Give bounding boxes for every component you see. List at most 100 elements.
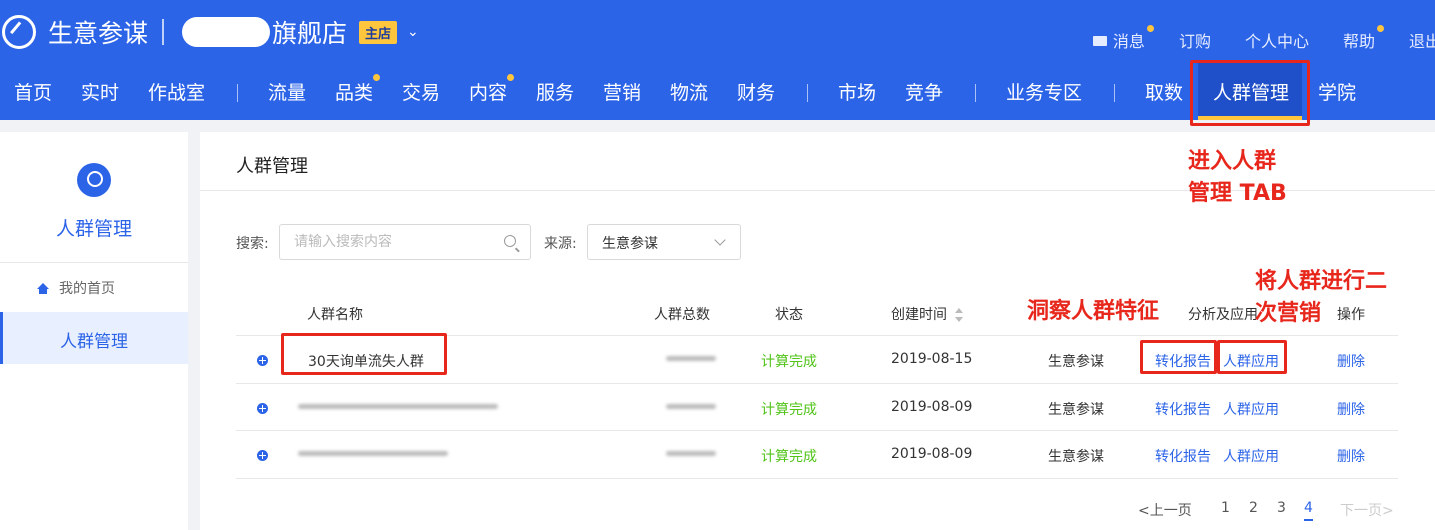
created-date: 2019-08-09: [891, 399, 973, 415]
mail-icon: [1092, 36, 1107, 46]
pagination-page[interactable]: 1: [1221, 500, 1230, 516]
main-store-badge: 主店: [359, 20, 398, 44]
delete-link[interactable]: 删除: [1337, 399, 1365, 419]
highlight-crowd-name: [281, 333, 447, 375]
sidebar-item-crowd-management[interactable]: 人群管理: [0, 312, 188, 364]
pagination-page[interactable]: 2: [1249, 500, 1258, 516]
delete-link[interactable]: 删除: [1337, 351, 1365, 371]
highlight-report-link: [1140, 340, 1217, 374]
annotation-remarketing: 将人群进行二 次营销: [1255, 269, 1388, 326]
notification-dot: [507, 74, 515, 81]
highlight-nav-tab: [1190, 60, 1310, 126]
notification-dot: [1376, 25, 1384, 32]
nav-divider: [1114, 84, 1115, 102]
col-header-name: 人群名称: [307, 307, 363, 323]
source-label: 来源:: [544, 236, 577, 252]
crowd-apply-link[interactable]: 人群应用: [1223, 399, 1279, 419]
status-text: 计算完成: [761, 354, 817, 370]
nav-item-trade[interactable]: 交易: [402, 78, 440, 105]
created-date: 2019-08-09: [891, 446, 973, 462]
crowd-apply-link[interactable]: 人群应用: [1223, 446, 1279, 466]
search-field[interactable]: [279, 224, 531, 260]
expand-plus-icon[interactable]: [257, 355, 268, 366]
nav-item-business-zone[interactable]: 业务专区: [1006, 78, 1082, 105]
crowd-icon: [77, 163, 111, 197]
nav-item-marketing[interactable]: 营销: [603, 78, 641, 105]
expand-plus-icon[interactable]: [257, 403, 268, 414]
nav-item-traffic[interactable]: 流量: [268, 78, 306, 105]
nav-item-content[interactable]: 内容: [469, 74, 515, 105]
page-title: 人群管理: [236, 156, 308, 177]
shop-name-suffix: 旗舰店: [272, 19, 348, 48]
pagination-page[interactable]: 3: [1277, 500, 1286, 516]
pagination-prev[interactable]: <上一页: [1138, 500, 1192, 520]
brand: 生意参谋 旗舰店 主店 ⌄: [0, 12, 419, 52]
table-row: 计算完成 2019-08-09 生意参谋 转化报告 人群应用 删除: [236, 384, 1398, 431]
highlight-apply-link: [1217, 340, 1287, 374]
redacted-total: [666, 404, 716, 409]
col-header-total: 人群总数: [654, 307, 710, 323]
chevron-down-icon: [714, 234, 726, 246]
nav-item-service[interactable]: 服务: [536, 78, 574, 105]
top-link-profile[interactable]: 个人中心: [1245, 28, 1309, 52]
top-links: 消息 订购 个人中心 帮助 退出: [1059, 25, 1435, 52]
redacted-total: [666, 451, 716, 456]
row-divider: [236, 478, 1398, 479]
home-icon: [37, 283, 49, 294]
search-icon[interactable]: [504, 235, 516, 247]
nav-item-warroom[interactable]: 作战室: [148, 78, 205, 105]
created-date: 2019-08-15: [891, 351, 973, 367]
source-select[interactable]: 生意参谋: [587, 224, 741, 260]
source-text: 生意参谋: [1048, 354, 1104, 370]
delete-link[interactable]: 删除: [1337, 446, 1365, 466]
shop-switch-chevron-icon[interactable]: ⌄: [407, 24, 419, 40]
conversion-report-link[interactable]: 转化报告: [1155, 399, 1211, 419]
nav-divider: [975, 84, 976, 102]
annotation-enter-tab: 进入人群 管理 TAB: [1188, 149, 1287, 206]
nav-item-competition[interactable]: 竞争: [905, 78, 943, 105]
status-text: 计算完成: [761, 402, 817, 418]
nav-item-academy[interactable]: 学院: [1318, 78, 1356, 105]
expand-plus-icon[interactable]: [257, 450, 268, 461]
conversion-report-link[interactable]: 转化报告: [1155, 446, 1211, 466]
sidebar-item-home[interactable]: 我的首页: [37, 278, 115, 298]
top-link-help[interactable]: 帮助: [1343, 25, 1384, 52]
nav-divider: [807, 84, 808, 102]
brand-divider: [162, 19, 165, 45]
nav-item-category[interactable]: 品类: [335, 74, 381, 105]
pagination-next[interactable]: 下一页>: [1340, 500, 1394, 520]
sidebar-divider: [0, 262, 188, 263]
col-header-status: 状态: [775, 307, 803, 323]
pagination-page-current[interactable]: 4: [1304, 500, 1313, 521]
source-select-value: 生意参谋: [602, 236, 658, 252]
top-link-messages[interactable]: 消息: [1092, 25, 1154, 52]
brand-name: 生意参谋: [48, 19, 149, 48]
nav-item-realtime[interactable]: 实时: [81, 78, 119, 105]
top-link-subscribe[interactable]: 订购: [1179, 28, 1211, 52]
nav-item-data-fetch[interactable]: 取数: [1145, 78, 1183, 105]
redacted-name: [298, 404, 498, 409]
annotation-insight: 洞察人群特征: [1027, 299, 1160, 324]
top-link-logout[interactable]: 退出: [1409, 28, 1435, 52]
col-header-analysis: 分析及应用: [1188, 307, 1258, 323]
nav-divider: [237, 84, 238, 102]
source-text: 生意参谋: [1048, 402, 1104, 418]
nav-item-logistics[interactable]: 物流: [670, 78, 708, 105]
redacted-name: [298, 451, 448, 456]
redacted-total: [666, 356, 716, 361]
search-input[interactable]: [292, 225, 496, 259]
sidebar: 人群管理 我的首页 人群管理: [0, 132, 188, 530]
nav-item-finance[interactable]: 财务: [737, 78, 775, 105]
sort-icon[interactable]: [955, 308, 963, 322]
notification-dot: [1146, 25, 1154, 32]
status-text: 计算完成: [761, 449, 817, 465]
nav-item-home[interactable]: 首页: [14, 78, 52, 105]
sidebar-title: 人群管理: [55, 218, 132, 240]
col-header-created[interactable]: 创建时间: [891, 304, 963, 324]
redacted-shop-name: [182, 17, 271, 47]
nav-item-market[interactable]: 市场: [838, 78, 876, 105]
source-text: 生意参谋: [1048, 449, 1104, 465]
search-label: 搜索:: [236, 236, 269, 252]
compass-logo-icon: [2, 15, 36, 49]
table-row: 计算完成 2019-08-09 生意参谋 转化报告 人群应用 删除: [236, 431, 1398, 478]
